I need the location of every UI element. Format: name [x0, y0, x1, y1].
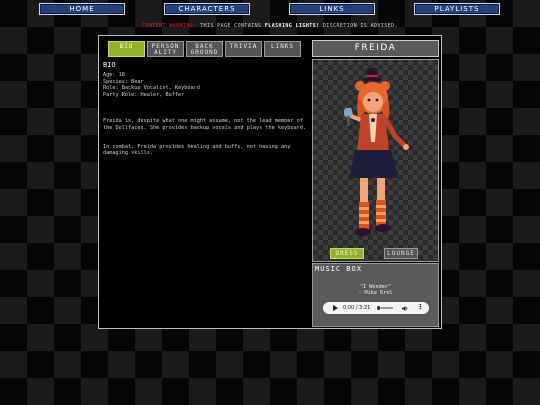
dress-button[interactable]: DRESS — [330, 248, 364, 259]
volume-icon[interactable] — [402, 305, 409, 312]
bio-paragraph: In combat, Freida provides healing and b… — [103, 143, 291, 157]
tab-background[interactable]: BACK GROUND — [186, 41, 223, 57]
character-illustration — [344, 68, 409, 236]
audio-time: 0:00 / 3:21 — [343, 305, 371, 311]
tab-links[interactable]: LINKS — [264, 41, 301, 57]
warning-label: CONTENT WARNING: — [142, 23, 197, 29]
audio-player: 0:00 / 3:21 ⋮ — [323, 302, 429, 314]
bio-paragraph: Freida is, despite what one might assume… — [103, 117, 307, 131]
info-age: Age: 18 — [103, 71, 125, 78]
tab-bio[interactable]: BIO — [108, 41, 145, 57]
play-icon[interactable] — [333, 305, 338, 311]
content-warning: CONTENT WARNING: THIS PAGE CONTAINS FLAS… — [0, 23, 540, 29]
info-species: Species: Bear — [103, 78, 144, 85]
music-box: MUSIC BOX "I Wonder" - Mike Krol 0:00 / … — [312, 263, 439, 327]
character-profile-frame: BIO PERSON ALITY BACK GROUND TRIVIA LINK… — [98, 35, 442, 329]
nav-links-button[interactable]: LINKS — [289, 3, 375, 15]
song-artist: - Mike Krol — [358, 290, 393, 296]
top-navigation: HOME CHARACTERS LINKS PLAYLISTS — [0, 3, 540, 16]
audio-progress-slider[interactable] — [377, 306, 393, 310]
tab-personality[interactable]: PERSON ALITY — [147, 41, 184, 57]
character-portrait: DRESS LOUNGE — [312, 59, 439, 262]
music-box-title: MUSIC BOX — [315, 265, 362, 273]
more-options-icon[interactable]: ⋮ — [417, 303, 424, 311]
info-party-role: Party Role: Healer, Buffer — [103, 92, 185, 99]
tab-trivia[interactable]: TRIVIA — [225, 41, 262, 57]
nav-characters-button[interactable]: CHARACTERS — [164, 3, 250, 15]
info-role: Role: Backup Vocalist, Keyboard — [103, 85, 200, 92]
nav-playlists-button[interactable]: PLAYLISTS — [414, 3, 500, 15]
nav-home-button[interactable]: HOME — [39, 3, 125, 15]
bio-heading: BIO — [103, 61, 116, 69]
song-info: "I Wonder" - Mike Krol — [313, 284, 438, 296]
character-name: FREIDA — [312, 40, 439, 57]
bio-content: BIO Age: 18 Species: Bear Role: Backup V… — [103, 62, 311, 157]
warning-post: DISCRETION IS ADVISED. — [319, 23, 398, 29]
warning-pre: THIS PAGE CONTAINS — [196, 23, 265, 29]
lounge-button[interactable]: LOUNGE — [384, 248, 418, 259]
character-panel: FREIDA DRESS LOUNGE MUSIC BOX "I Wonder"… — [312, 40, 439, 327]
warning-highlight: FLASHING LIGHTS! — [264, 23, 320, 29]
